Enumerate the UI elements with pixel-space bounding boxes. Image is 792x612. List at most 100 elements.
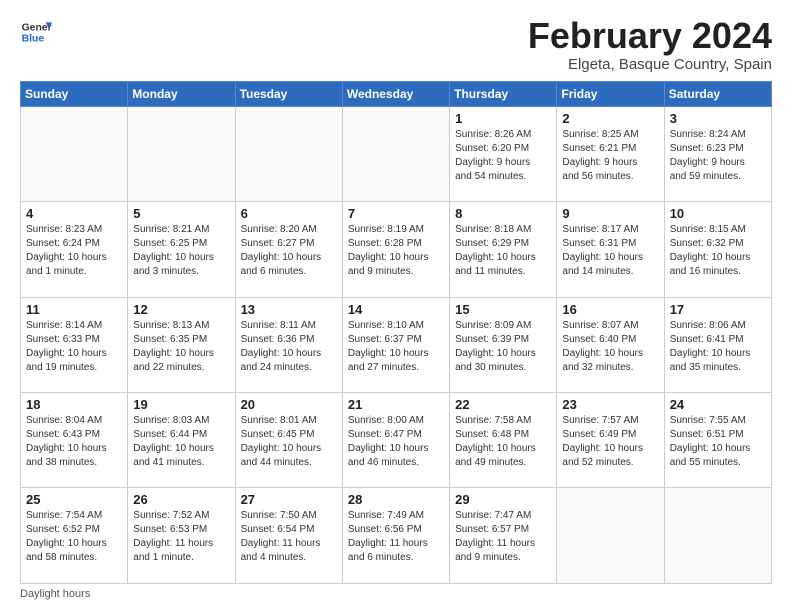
month-title: February 2024 xyxy=(528,16,772,56)
day-info: Sunrise: 7:54 AM Sunset: 6:52 PM Dayligh… xyxy=(26,509,122,565)
day-number: 21 xyxy=(348,397,444,412)
svg-text:Blue: Blue xyxy=(22,34,45,45)
day-info: Sunrise: 8:19 AM Sunset: 6:28 PM Dayligh… xyxy=(348,223,444,279)
calendar-header-tuesday: Tuesday xyxy=(235,81,342,106)
day-info: Sunrise: 7:49 AM Sunset: 6:56 PM Dayligh… xyxy=(348,509,444,565)
day-info: Sunrise: 8:11 AM Sunset: 6:36 PM Dayligh… xyxy=(241,319,337,375)
day-info: Sunrise: 8:23 AM Sunset: 6:24 PM Dayligh… xyxy=(26,223,122,279)
calendar-cell: 22Sunrise: 7:58 AM Sunset: 6:48 PM Dayli… xyxy=(450,393,557,488)
calendar-week-2: 4 Sunrise: 8:23 AM Sunset: 6:24 PM Daylig… xyxy=(21,202,772,297)
header: General Blue February 2024 Elgeta, Basqu… xyxy=(20,16,772,73)
calendar-cell: 23 Sunrise: 7:57 AM Sunset: 6:49 PM Dayli… xyxy=(557,393,664,488)
logo-icon: General Blue xyxy=(20,16,52,48)
calendar-cell: 26 Sunrise: 7:52 AM Sunset: 6:53 PM Dayli… xyxy=(128,488,235,584)
calendar-week-5: 25 Sunrise: 7:54 AM Sunset: 6:52 PM Dayli… xyxy=(21,488,772,584)
calendar-cell: 20 Sunrise: 8:01 AM Sunset: 6:45 PM Dayli… xyxy=(235,393,342,488)
calendar-cell: 6 Sunrise: 8:20 AM Sunset: 6:27 PM Daylig… xyxy=(235,202,342,297)
day-number: 25 xyxy=(26,492,122,507)
day-info: Sunrise: 8:07 AM Sunset: 6:40 PM Dayligh… xyxy=(562,319,658,375)
day-number: 12 xyxy=(133,302,229,317)
calendar-cell: 16 Sunrise: 8:07 AM Sunset: 6:40 PM Dayli… xyxy=(557,297,664,392)
calendar-header-sunday: Sunday xyxy=(21,81,128,106)
calendar-cell: 19 Sunrise: 8:03 AM Sunset: 6:44 PM Dayli… xyxy=(128,393,235,488)
day-number: 3 xyxy=(670,111,766,126)
day-number: 9 xyxy=(562,206,658,221)
day-number: 17 xyxy=(670,302,766,317)
calendar-cell: 9 Sunrise: 8:17 AM Sunset: 6:31 PM Daylig… xyxy=(557,202,664,297)
calendar-cell xyxy=(21,106,128,201)
day-info: Sunrise: 8:03 AM Sunset: 6:44 PM Dayligh… xyxy=(133,414,229,470)
calendar-cell xyxy=(664,488,771,584)
calendar-cell: 3 Sunrise: 8:24 AM Sunset: 6:23 PM Daylig… xyxy=(664,106,771,201)
day-number: 16 xyxy=(562,302,658,317)
day-info: Sunrise: 8:24 AM Sunset: 6:23 PM Dayligh… xyxy=(670,128,766,184)
day-info: Sunrise: 8:21 AM Sunset: 6:25 PM Dayligh… xyxy=(133,223,229,279)
day-info: Sunrise: 8:00 AM Sunset: 6:47 PM Dayligh… xyxy=(348,414,444,470)
day-info: Sunrise: 7:55 AM Sunset: 6:51 PM Dayligh… xyxy=(670,414,766,470)
day-number: 27 xyxy=(241,492,337,507)
day-info: Sunrise: 8:13 AM Sunset: 6:35 PM Dayligh… xyxy=(133,319,229,375)
calendar-cell: 24 Sunrise: 7:55 AM Sunset: 6:51 PM Dayli… xyxy=(664,393,771,488)
day-number: 5 xyxy=(133,206,229,221)
calendar-cell: 25 Sunrise: 7:54 AM Sunset: 6:52 PM Dayli… xyxy=(21,488,128,584)
calendar-cell: 17Sunrise: 8:06 AM Sunset: 6:41 PM Dayli… xyxy=(664,297,771,392)
day-number: 8 xyxy=(455,206,551,221)
calendar-cell: 27 Sunrise: 7:50 AM Sunset: 6:54 PM Dayli… xyxy=(235,488,342,584)
calendar-week-4: 18Sunrise: 8:04 AM Sunset: 6:43 PM Dayli… xyxy=(21,393,772,488)
calendar-cell: 10Sunrise: 8:15 AM Sunset: 6:32 PM Dayli… xyxy=(664,202,771,297)
calendar-cell: 15Sunrise: 8:09 AM Sunset: 6:39 PM Dayli… xyxy=(450,297,557,392)
title-block: February 2024 Elgeta, Basque Country, Sp… xyxy=(528,16,772,73)
calendar-cell: 21 Sunrise: 8:00 AM Sunset: 6:47 PM Dayli… xyxy=(342,393,449,488)
day-number: 2 xyxy=(562,111,658,126)
calendar-cell: 4 Sunrise: 8:23 AM Sunset: 6:24 PM Daylig… xyxy=(21,202,128,297)
day-info: Sunrise: 8:25 AM Sunset: 6:21 PM Dayligh… xyxy=(562,128,658,184)
day-number: 13 xyxy=(241,302,337,317)
day-info: Sunrise: 8:17 AM Sunset: 6:31 PM Dayligh… xyxy=(562,223,658,279)
page: General Blue February 2024 Elgeta, Basqu… xyxy=(0,0,792,612)
location: Elgeta, Basque Country, Spain xyxy=(528,56,772,73)
day-number: 6 xyxy=(241,206,337,221)
day-number: 14 xyxy=(348,302,444,317)
calendar-header-wednesday: Wednesday xyxy=(342,81,449,106)
calendar-cell: 18Sunrise: 8:04 AM Sunset: 6:43 PM Dayli… xyxy=(21,393,128,488)
day-info: Sunrise: 8:01 AM Sunset: 6:45 PM Dayligh… xyxy=(241,414,337,470)
day-number: 7 xyxy=(348,206,444,221)
day-number: 1 xyxy=(455,111,551,126)
calendar-cell: 11Sunrise: 8:14 AM Sunset: 6:33 PM Dayli… xyxy=(21,297,128,392)
day-info: Sunrise: 7:58 AM Sunset: 6:48 PM Dayligh… xyxy=(455,414,551,470)
day-info: Sunrise: 8:14 AM Sunset: 6:33 PM Dayligh… xyxy=(26,319,122,375)
day-info: Sunrise: 8:15 AM Sunset: 6:32 PM Dayligh… xyxy=(670,223,766,279)
calendar-week-1: 1 Sunrise: 8:26 AM Sunset: 6:20 PM Daylig… xyxy=(21,106,772,201)
calendar-cell: 8 Sunrise: 8:18 AM Sunset: 6:29 PM Daylig… xyxy=(450,202,557,297)
day-number: 29 xyxy=(455,492,551,507)
day-info: Sunrise: 7:50 AM Sunset: 6:54 PM Dayligh… xyxy=(241,509,337,565)
calendar-header-friday: Friday xyxy=(557,81,664,106)
calendar-header-row: SundayMondayTuesdayWednesdayThursdayFrid… xyxy=(21,81,772,106)
calendar-cell: 5 Sunrise: 8:21 AM Sunset: 6:25 PM Daylig… xyxy=(128,202,235,297)
day-number: 26 xyxy=(133,492,229,507)
day-number: 20 xyxy=(241,397,337,412)
calendar: SundayMondayTuesdayWednesdayThursdayFrid… xyxy=(20,81,772,584)
day-info: Sunrise: 8:04 AM Sunset: 6:43 PM Dayligh… xyxy=(26,414,122,470)
day-info: Sunrise: 7:52 AM Sunset: 6:53 PM Dayligh… xyxy=(133,509,229,565)
calendar-cell: 12 Sunrise: 8:13 AM Sunset: 6:35 PM Dayli… xyxy=(128,297,235,392)
logo: General Blue xyxy=(20,16,52,48)
day-info: Sunrise: 8:09 AM Sunset: 6:39 PM Dayligh… xyxy=(455,319,551,375)
calendar-cell xyxy=(235,106,342,201)
day-info: Sunrise: 8:20 AM Sunset: 6:27 PM Dayligh… xyxy=(241,223,337,279)
day-number: 24 xyxy=(670,397,766,412)
day-info: Sunrise: 8:18 AM Sunset: 6:29 PM Dayligh… xyxy=(455,223,551,279)
calendar-cell: 2 Sunrise: 8:25 AM Sunset: 6:21 PM Daylig… xyxy=(557,106,664,201)
calendar-cell xyxy=(128,106,235,201)
calendar-cell xyxy=(342,106,449,201)
calendar-cell: 28Sunrise: 7:49 AM Sunset: 6:56 PM Dayli… xyxy=(342,488,449,584)
day-info: Sunrise: 8:26 AM Sunset: 6:20 PM Dayligh… xyxy=(455,128,551,184)
calendar-week-3: 11Sunrise: 8:14 AM Sunset: 6:33 PM Dayli… xyxy=(21,297,772,392)
calendar-cell xyxy=(557,488,664,584)
calendar-cell: 14Sunrise: 8:10 AM Sunset: 6:37 PM Dayli… xyxy=(342,297,449,392)
day-number: 19 xyxy=(133,397,229,412)
calendar-header-thursday: Thursday xyxy=(450,81,557,106)
day-number: 23 xyxy=(562,397,658,412)
day-number: 4 xyxy=(26,206,122,221)
day-info: Sunrise: 7:57 AM Sunset: 6:49 PM Dayligh… xyxy=(562,414,658,470)
